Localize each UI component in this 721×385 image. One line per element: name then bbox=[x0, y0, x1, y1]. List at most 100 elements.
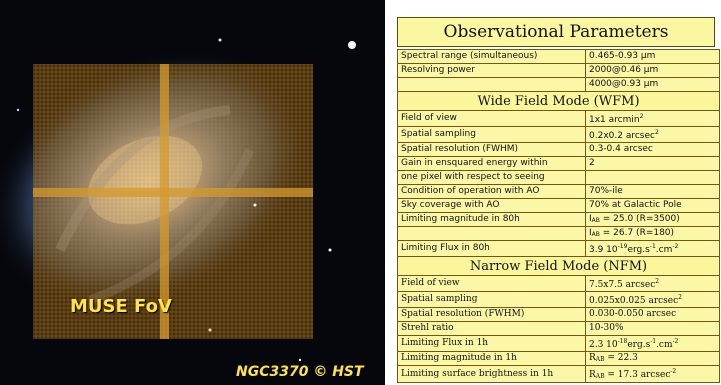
table-row: Limiting surface brightness in 1h RAB = 1… bbox=[397, 365, 720, 383]
parameters-table: Spectral range (simultaneous) 0.465-0.93 … bbox=[397, 49, 720, 383]
param-label: Condition of operation with AO bbox=[397, 184, 586, 199]
wfm-7-subscript: AB bbox=[591, 216, 600, 224]
table-row: 4000@0.93 μm bbox=[397, 77, 720, 92]
nfm-6-text: = 17.3 arcsec bbox=[604, 370, 671, 380]
nfm-header-row: Narrow Field Mode (NFM) bbox=[397, 256, 720, 276]
table-row: Spatial sampling 0.025x0.025 arcsec2 bbox=[397, 291, 720, 308]
table-row: Condition of operation with AO 70%-ile bbox=[397, 184, 720, 199]
wfm-6-text: 70% at Galactic Pole bbox=[589, 200, 682, 210]
param-value: 10-30% bbox=[585, 321, 720, 336]
table-row: one pixel with respect to seeing bbox=[397, 170, 720, 185]
nfm-0-superscript: 2 bbox=[655, 278, 660, 285]
param-label: Field of view bbox=[397, 275, 586, 292]
table-row: Spatial sampling 0.2x0.2 arcsec2 bbox=[397, 126, 720, 143]
param-value: IAB = 25.0 (R=3500) bbox=[585, 212, 720, 227]
param-value bbox=[585, 170, 720, 185]
param-label: Limiting magnitude in 1h bbox=[397, 351, 586, 366]
param-label: Limiting Flux in 80h bbox=[397, 240, 586, 257]
param-value: 2 bbox=[585, 156, 720, 171]
table-row: Spectral range (simultaneous) 0.465-0.93 … bbox=[397, 49, 720, 64]
top-0-text: 0.465-0.93 μm bbox=[589, 51, 656, 61]
table-row: Strehl ratio 10-30% bbox=[397, 321, 720, 336]
param-label: Spatial sampling bbox=[397, 291, 586, 308]
param-label: Spatial sampling bbox=[397, 126, 586, 143]
table-row: Limiting Flux in 1h 2.3 10-18erg.s-1.cm-2 bbox=[397, 335, 720, 352]
param-label: Spectral range (simultaneous) bbox=[397, 49, 586, 64]
param-value: 2.3 10-18erg.s-1.cm-2 bbox=[585, 335, 720, 352]
table-row: Limiting Flux in 80h 3.9 10-19erg.s-1.cm-… bbox=[397, 240, 720, 257]
nfm-3-text: 10-30% bbox=[589, 323, 624, 333]
wfm-2-text: 0.3-0.4 arcsec bbox=[589, 144, 653, 154]
nfm-5-text: = 22.3 bbox=[604, 352, 638, 363]
param-label: Spatial resolution (FWHM) bbox=[397, 307, 586, 322]
nfm-5-subscript: AB bbox=[595, 355, 605, 363]
param-value: 3.9 10-19erg.s-1.cm-2 bbox=[585, 240, 720, 257]
param-label: Resolving power bbox=[397, 63, 586, 78]
wfm-1-superscript: 2 bbox=[654, 129, 659, 136]
param-value: 7.5x7.5 arcsec2 bbox=[585, 275, 720, 292]
param-value: 2000@0.46 μm bbox=[585, 63, 720, 78]
table-row: Sky coverage with AO 70% at Galactic Pole bbox=[397, 198, 720, 213]
top-2-text: 4000@0.93 μm bbox=[589, 79, 659, 89]
param-value: 0.025x0.025 arcsec2 bbox=[585, 291, 720, 308]
wfm-0-superscript: 2 bbox=[639, 113, 644, 120]
table-title: Observational Parameters bbox=[397, 17, 715, 47]
table-row: IAB = 26.7 (R=180) bbox=[397, 226, 720, 241]
wfm-9-unit-2: .cm bbox=[655, 245, 673, 255]
param-value: 4000@0.93 μm bbox=[585, 77, 720, 92]
param-label: Sky coverage with AO bbox=[397, 198, 586, 213]
parameters-panel: Observational Parameters Spectral range … bbox=[385, 0, 721, 385]
param-value: RAB = 22.3 bbox=[585, 351, 720, 366]
table-row: Resolving power 2000@0.46 μm bbox=[397, 63, 720, 78]
table-row: Limiting magnitude in 80h IAB = 25.0 (R=3… bbox=[397, 212, 720, 227]
wfm-8-subscript: AB bbox=[591, 230, 600, 238]
param-label bbox=[397, 226, 586, 241]
param-value: RAB = 17.3 arcsec-2 bbox=[585, 365, 720, 383]
param-value: 0.3-0.4 arcsec bbox=[585, 142, 720, 157]
top-1-text: 2000@0.46 μm bbox=[589, 65, 659, 75]
wfm-header: Wide Field Mode (WFM) bbox=[397, 91, 720, 111]
nfm-0-text: 7.5x7.5 arcsec bbox=[589, 280, 656, 290]
nfm-4-unit-2: .cm bbox=[656, 340, 673, 350]
nfm-5-prefix: R bbox=[589, 352, 596, 363]
wfm-5-text: 70%-ile bbox=[589, 186, 623, 196]
nfm-6-subscript: AB bbox=[595, 373, 605, 380]
image-credit: NGC3370 © HST bbox=[236, 364, 364, 380]
nfm-4-superscript-3: -2 bbox=[672, 338, 679, 345]
wfm-1-text: 0.2x0.2 arcsec bbox=[589, 131, 655, 141]
wfm-7-text: = 25.0 (R=3500) bbox=[599, 213, 680, 224]
param-value: 0.2x0.2 arcsec2 bbox=[585, 126, 720, 143]
galaxy-image bbox=[0, 0, 385, 385]
wfm-9-superscript-3: -2 bbox=[672, 243, 679, 250]
param-value: 1x1 arcmin2 bbox=[585, 110, 720, 127]
muse-fov-label: MUSE FoV bbox=[70, 296, 172, 317]
wfm-9-superscript: -19 bbox=[617, 243, 628, 250]
nfm-2-text: 0.030-0.050 arcsec bbox=[589, 309, 677, 319]
table-row: Spatial resolution (FWHM) 0.3-0.4 arcsec bbox=[397, 142, 720, 157]
galaxy-image-panel: MUSE FoV NGC3370 © HST bbox=[0, 0, 385, 385]
wfm-3-text: 2 bbox=[589, 158, 595, 168]
nfm-4-text: 2.3 10 bbox=[589, 340, 618, 350]
table-row: Gain in ensquared energy within 2 bbox=[397, 156, 720, 171]
wfm-0-text: 1x1 arcmin bbox=[589, 115, 640, 125]
wfm-9-unit: erg.s bbox=[627, 245, 650, 255]
wfm-header-row: Wide Field Mode (WFM) bbox=[397, 91, 720, 111]
nfm-6-prefix: R bbox=[589, 370, 596, 380]
wfm-9-text: 3.9 10 bbox=[589, 245, 618, 255]
wfm-8-text: = 26.7 (R=180) bbox=[599, 227, 675, 238]
param-label: Limiting Flux in 1h bbox=[397, 335, 586, 352]
nfm-header: Narrow Field Mode (NFM) bbox=[397, 256, 720, 276]
table-row: Limiting magnitude in 1h RAB = 22.3 bbox=[397, 351, 720, 366]
param-label: Limiting surface brightness in 1h bbox=[397, 365, 586, 383]
param-label: Field of view bbox=[397, 110, 586, 127]
param-value: 0.465-0.93 μm bbox=[585, 49, 720, 64]
param-value: 70% at Galactic Pole bbox=[585, 198, 720, 213]
param-label: Gain in ensquared energy within bbox=[397, 156, 586, 171]
param-label: Strehl ratio bbox=[397, 321, 586, 336]
param-value: IAB = 26.7 (R=180) bbox=[585, 226, 720, 241]
nfm-1-superscript: 2 bbox=[678, 294, 682, 301]
param-label bbox=[397, 77, 586, 92]
nfm-1-text: 0.025x0.025 arcsec bbox=[589, 296, 679, 306]
nfm-4-unit: erg.s bbox=[627, 340, 651, 350]
table-row: Spatial resolution (FWHM) 0.030-0.050 arc… bbox=[397, 307, 720, 322]
